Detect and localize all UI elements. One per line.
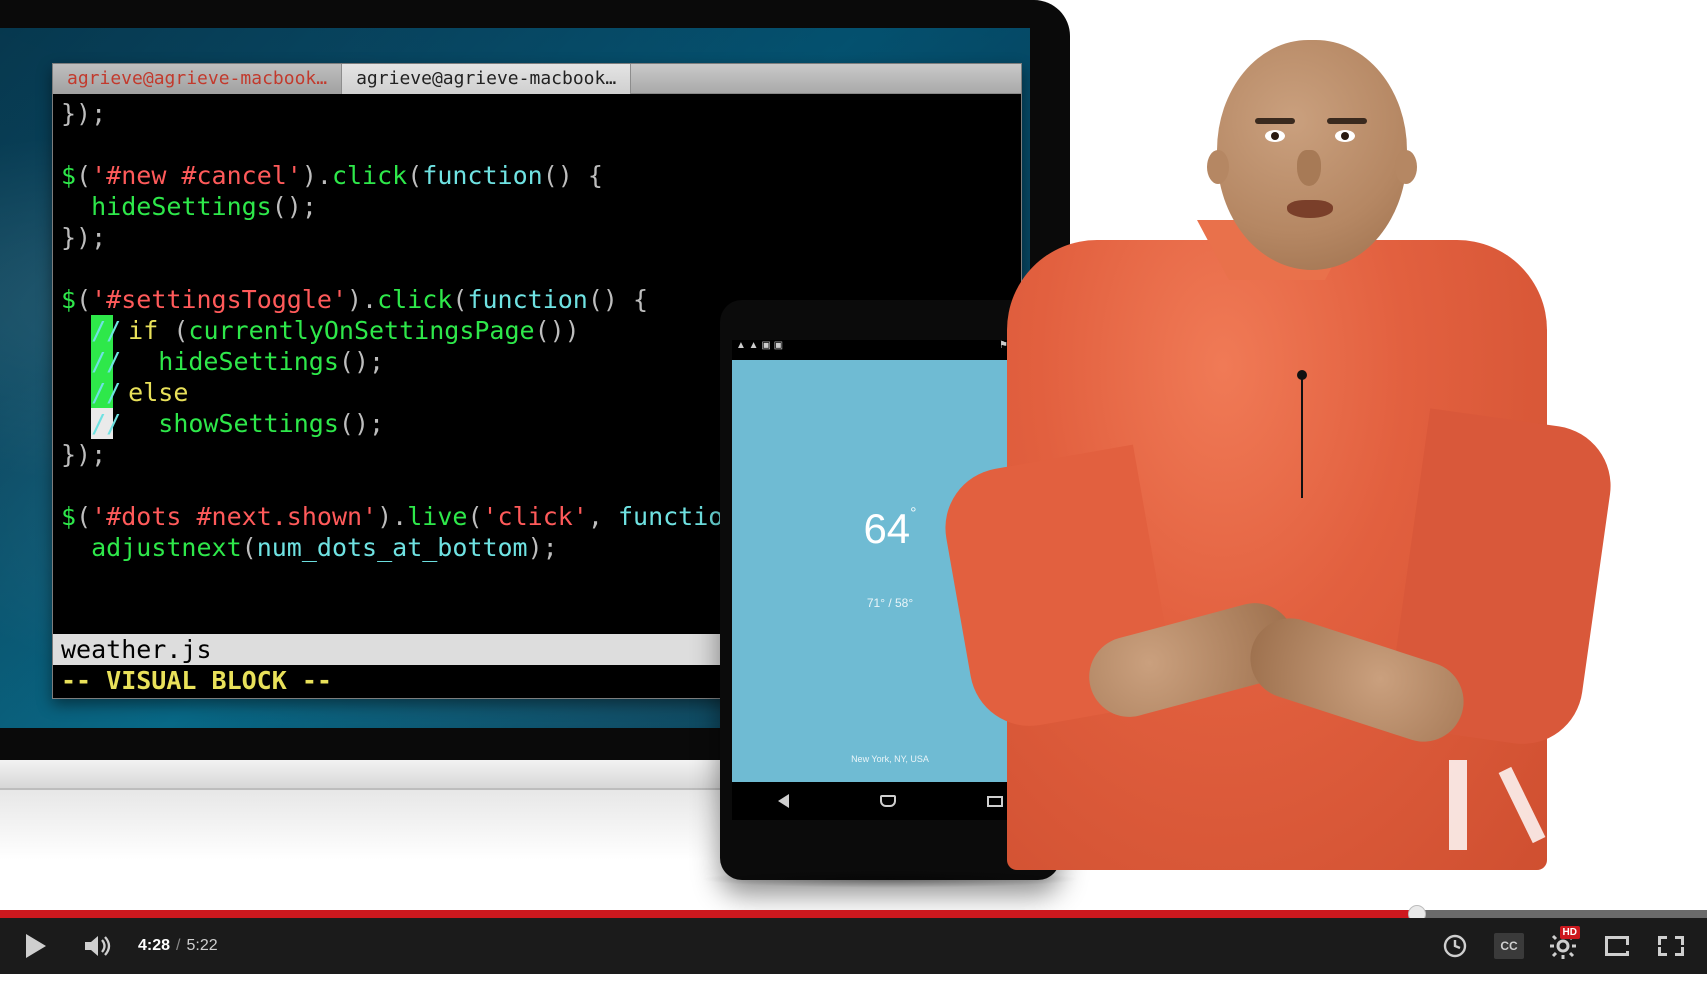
volume-icon	[83, 933, 113, 959]
captions-button[interactable]: CC	[1487, 927, 1531, 965]
tablet-shadow	[700, 870, 1080, 888]
io-letter-o	[1577, 760, 1667, 850]
terminal-tab[interactable]: agrieve@agrieve-macbook…	[53, 64, 342, 94]
hd-badge: HD	[1560, 926, 1580, 939]
fullscreen-icon	[1658, 936, 1684, 956]
terminal-tab-bar: agrieve@agrieve-macbook…agrieve@agrieve-…	[53, 64, 1021, 94]
video-progress-bar[interactable]	[0, 910, 1707, 918]
gear-icon: HD	[1549, 932, 1577, 960]
volume-button[interactable]	[76, 927, 120, 965]
fullscreen-button[interactable]	[1649, 927, 1693, 965]
vim-filename: weather.js	[61, 634, 212, 665]
play-icon	[26, 934, 46, 958]
io-slash	[1499, 767, 1546, 843]
time-display: 4:28 / 5:22	[138, 937, 218, 955]
watch-later-button[interactable]	[1433, 927, 1477, 965]
cc-icon: CC	[1494, 933, 1523, 959]
video-control-bar: 4:28 / 5:22 CC	[0, 918, 1707, 974]
terminal-tab[interactable]: agrieve@agrieve-macbook…	[342, 64, 631, 94]
presenter-person	[967, 0, 1587, 870]
video-frame: agrieve@agrieve-macbook…agrieve@agrieve-…	[0, 0, 1707, 910]
theater-icon	[1605, 936, 1629, 956]
status-icons-left: ▲ ▲ ▣ ▣	[736, 340, 783, 360]
time-separator: /	[176, 937, 180, 955]
current-time: 4:28	[138, 937, 170, 955]
io-letter-i	[1449, 760, 1467, 850]
temperature-value: 64	[863, 505, 910, 552]
google-io-watermark	[1449, 760, 1667, 850]
clock-icon	[1442, 933, 1468, 959]
progress-played	[0, 910, 1417, 918]
theater-mode-button[interactable]	[1595, 927, 1639, 965]
settings-button[interactable]: HD	[1541, 927, 1585, 965]
nav-back-icon[interactable]	[778, 794, 789, 808]
degree-symbol: °	[910, 505, 916, 522]
play-button[interactable]	[14, 927, 58, 965]
nav-home-icon[interactable]	[880, 795, 896, 807]
total-duration: 5:22	[186, 937, 217, 955]
